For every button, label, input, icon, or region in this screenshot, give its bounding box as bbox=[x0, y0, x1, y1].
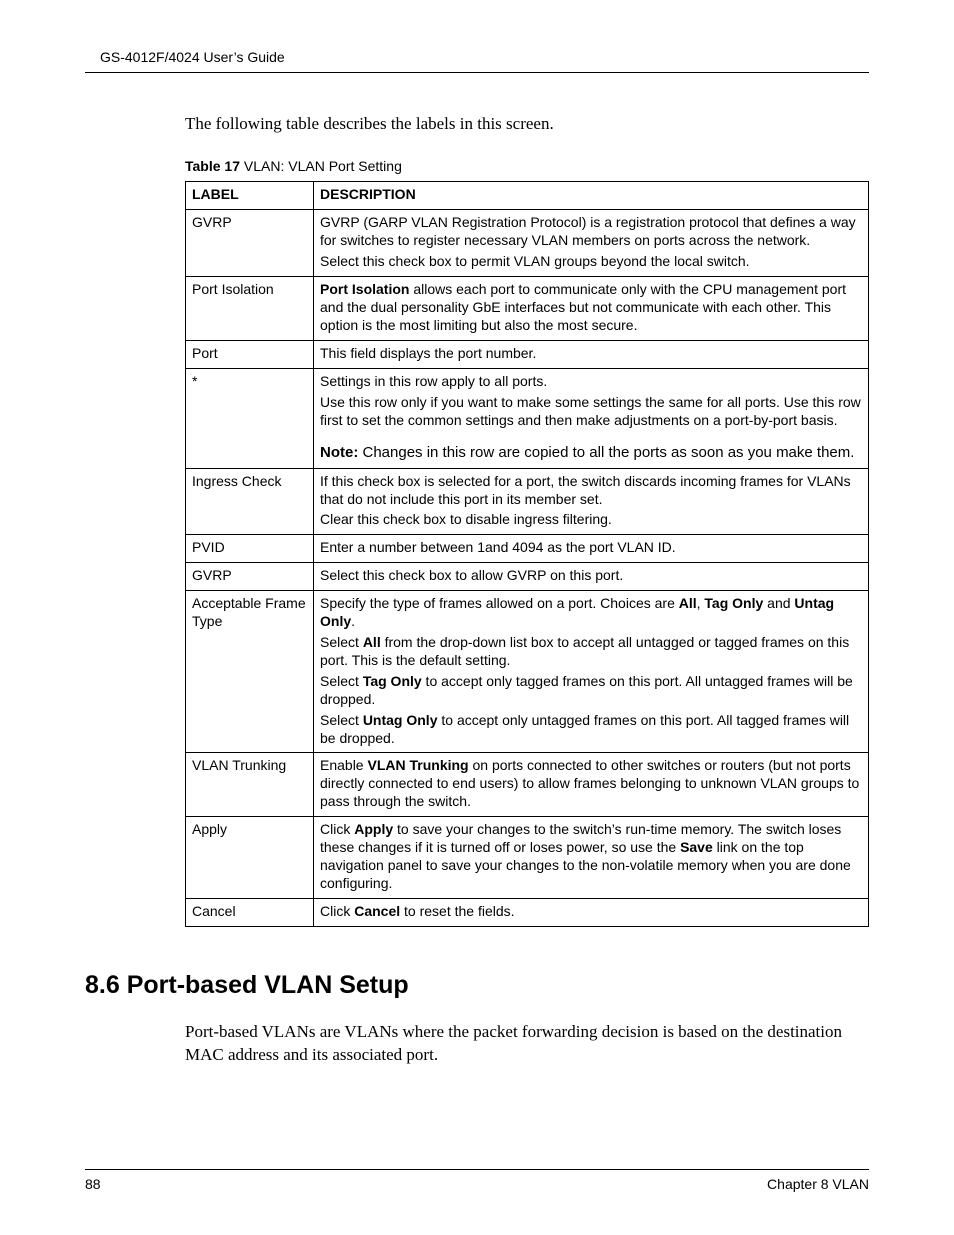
section-title: Port-based VLAN Setup bbox=[127, 971, 409, 999]
running-header: GS-4012F/4024 User’s Guide bbox=[100, 48, 869, 72]
table-row: VLAN Trunking Enable VLAN Trunking on po… bbox=[186, 753, 869, 817]
table-row: PVID Enter a number between 1and 4094 as… bbox=[186, 535, 869, 563]
section-body: Port-based VLANs are VLANs where the pac… bbox=[185, 1021, 869, 1067]
paragraph: Settings in this row apply to all ports. bbox=[320, 373, 862, 391]
table-row: * Settings in this row apply to all port… bbox=[186, 368, 869, 468]
col-label: LABEL bbox=[186, 182, 314, 210]
table-header-row: LABEL DESCRIPTION bbox=[186, 182, 869, 210]
text: Select bbox=[320, 673, 363, 689]
bold: Apply bbox=[354, 821, 393, 837]
bold: Save bbox=[680, 839, 713, 855]
table-row: GVRP Select this check box to allow GVRP… bbox=[186, 563, 869, 591]
bold: VLAN Trunking bbox=[367, 757, 468, 773]
table-number: Table 17 bbox=[185, 158, 240, 174]
paragraph: Select this check box to allow GVRP on t… bbox=[320, 567, 862, 585]
text: Changes in this row are copied to all th… bbox=[358, 444, 854, 461]
cell-description: Click Apply to save your changes to the … bbox=[314, 817, 869, 899]
paragraph: This field displays the port number. bbox=[320, 345, 862, 363]
cell-description: This field displays the port number. bbox=[314, 340, 869, 368]
header-rule bbox=[85, 72, 869, 73]
cell-label: * bbox=[186, 368, 314, 468]
text: Click bbox=[320, 821, 354, 837]
cell-description: Settings in this row apply to all ports.… bbox=[314, 368, 869, 468]
text: and bbox=[763, 595, 794, 611]
intro-paragraph: The following table describes the labels… bbox=[185, 113, 869, 135]
cell-label: Ingress Check bbox=[186, 468, 314, 535]
footer-rule bbox=[85, 1169, 869, 1170]
bold: Note: bbox=[320, 444, 358, 461]
paragraph: If this check box is selected for a port… bbox=[320, 473, 862, 509]
table-caption: Table 17 VLAN: VLAN Port Setting bbox=[185, 157, 869, 175]
paragraph: Click Cancel to reset the fields. bbox=[320, 903, 862, 921]
text: . bbox=[351, 613, 355, 629]
table-title: VLAN: VLAN Port Setting bbox=[240, 158, 402, 174]
table-row: Port Isolation Port Isolation allows eac… bbox=[186, 277, 869, 341]
page-number: 88 bbox=[85, 1175, 101, 1193]
cell-label: VLAN Trunking bbox=[186, 753, 314, 817]
table-row: Cancel Click Cancel to reset the fields. bbox=[186, 898, 869, 926]
section-heading: 8.6 Port-based VLAN Setup bbox=[85, 969, 869, 1002]
cell-label: Port bbox=[186, 340, 314, 368]
cell-label: Port Isolation bbox=[186, 277, 314, 341]
cell-label: Apply bbox=[186, 817, 314, 899]
paragraph: Select Untag Only to accept only untagge… bbox=[320, 712, 862, 748]
text: Specify the type of frames allowed on a … bbox=[320, 595, 679, 611]
text: Select bbox=[320, 712, 363, 728]
cell-label: Cancel bbox=[186, 898, 314, 926]
chapter-label: Chapter 8 VLAN bbox=[767, 1175, 869, 1193]
bold: Tag Only bbox=[704, 595, 763, 611]
paragraph: Specify the type of frames allowed on a … bbox=[320, 595, 862, 631]
cell-label: GVRP bbox=[186, 210, 314, 277]
paragraph: Select Tag Only to accept only tagged fr… bbox=[320, 673, 862, 709]
table-row: Acceptable Frame Type Specify the type o… bbox=[186, 591, 869, 753]
paragraph: Select All from the drop-down list box t… bbox=[320, 634, 862, 670]
note: Note: Changes in this row are copied to … bbox=[320, 443, 862, 462]
cell-description: GVRP (GARP VLAN Registration Protocol) i… bbox=[314, 210, 869, 277]
bold: Cancel bbox=[354, 903, 400, 919]
cell-description: Specify the type of frames allowed on a … bbox=[314, 591, 869, 753]
page-footer: 88 Chapter 8 VLAN bbox=[85, 1169, 869, 1193]
cell-label: GVRP bbox=[186, 563, 314, 591]
cell-description: If this check box is selected for a port… bbox=[314, 468, 869, 535]
paragraph: GVRP (GARP VLAN Registration Protocol) i… bbox=[320, 214, 862, 250]
paragraph: Enter a number between 1and 4094 as the … bbox=[320, 539, 862, 557]
cell-description: Enter a number between 1and 4094 as the … bbox=[314, 535, 869, 563]
table-row: GVRP GVRP (GARP VLAN Registration Protoc… bbox=[186, 210, 869, 277]
page: GS-4012F/4024 User’s Guide The following… bbox=[0, 0, 954, 1235]
paragraph: Enable VLAN Trunking on ports connected … bbox=[320, 757, 862, 811]
cell-description: Click Cancel to reset the fields. bbox=[314, 898, 869, 926]
bold: All bbox=[679, 595, 697, 611]
text: Enable bbox=[320, 757, 367, 773]
text: Select bbox=[320, 634, 363, 650]
text: to reset the fields. bbox=[400, 903, 514, 919]
vlan-port-setting-table: LABEL DESCRIPTION GVRP GVRP (GARP VLAN R… bbox=[185, 181, 869, 926]
cell-description: Enable VLAN Trunking on ports connected … bbox=[314, 753, 869, 817]
cell-description: Port Isolation allows each port to commu… bbox=[314, 277, 869, 341]
bold: Tag Only bbox=[363, 673, 422, 689]
col-description: DESCRIPTION bbox=[314, 182, 869, 210]
paragraph: Port Isolation allows each port to commu… bbox=[320, 281, 862, 335]
bold: Port Isolation bbox=[320, 281, 409, 297]
cell-label: PVID bbox=[186, 535, 314, 563]
cell-label: Acceptable Frame Type bbox=[186, 591, 314, 753]
bold: All bbox=[363, 634, 381, 650]
table-row: Ingress Check If this check box is selec… bbox=[186, 468, 869, 535]
paragraph: Click Apply to save your changes to the … bbox=[320, 821, 862, 893]
text: from the drop-down list box to accept al… bbox=[320, 634, 849, 668]
paragraph: Clear this check box to disable ingress … bbox=[320, 511, 862, 529]
paragraph: Select this check box to permit VLAN gro… bbox=[320, 253, 862, 271]
text: Click bbox=[320, 903, 354, 919]
bold: Untag Only bbox=[363, 712, 438, 728]
cell-description: Select this check box to allow GVRP on t… bbox=[314, 563, 869, 591]
table-row: Port This field displays the port number… bbox=[186, 340, 869, 368]
paragraph: Use this row only if you want to make so… bbox=[320, 394, 862, 430]
table-row: Apply Click Apply to save your changes t… bbox=[186, 817, 869, 899]
section-number: 8.6 bbox=[85, 971, 127, 999]
